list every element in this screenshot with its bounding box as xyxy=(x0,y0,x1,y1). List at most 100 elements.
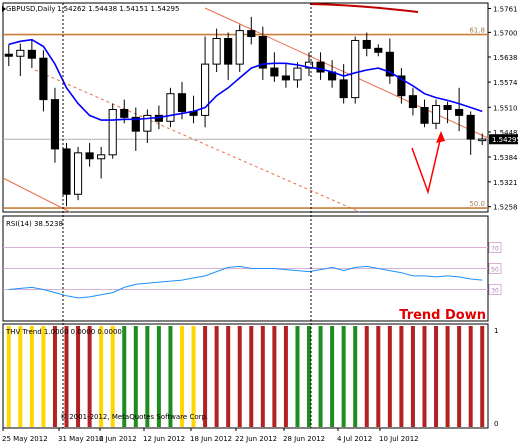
bear-candle-body xyxy=(339,79,348,99)
bear-candle-body xyxy=(62,148,71,195)
bear-candle-body xyxy=(247,30,256,38)
price-tick-label: 1.56380 xyxy=(493,54,518,62)
thv-bar xyxy=(191,326,196,427)
thv-bar xyxy=(457,326,462,427)
thv-bar xyxy=(330,326,335,427)
bull-candle-body xyxy=(212,37,221,65)
bear-candle-body xyxy=(408,95,418,109)
rsi-pane: 70 50 30 RSI(14) 38.5238 Trend Down xyxy=(2,215,502,323)
thv-axis-label: 0 xyxy=(494,420,498,428)
thv-bar xyxy=(387,326,392,427)
time-tick-label: 12 Jun 2012 xyxy=(143,435,185,443)
thv-bar xyxy=(468,326,473,427)
bear-candle-body xyxy=(85,152,94,160)
thv-bar xyxy=(399,326,404,427)
thv-bar xyxy=(226,326,231,427)
time-tick-label: 6 Jun 2012 xyxy=(99,435,137,443)
thv-bar xyxy=(434,326,439,427)
bear-candle-body xyxy=(362,39,371,49)
rsi-level-label: 70 xyxy=(491,246,499,253)
bull-candle-body xyxy=(351,39,360,99)
bear-candle-body xyxy=(4,53,13,57)
thv-axis-label: 1 xyxy=(494,327,498,335)
time-axis: 25 May 2012 31 May 20126 Jun 2012 12 Jun 2… xyxy=(2,428,419,443)
time-tick-label: 4 Jul 2012 xyxy=(337,435,372,443)
thv-bar xyxy=(6,326,11,427)
bull-candle-body xyxy=(108,108,117,156)
rsi-level-label: 50 xyxy=(491,267,499,274)
time-tick-label: 18 Jun 2012 xyxy=(190,435,232,443)
thv-bar xyxy=(260,326,265,427)
thv-bar xyxy=(87,326,92,427)
thv-bar xyxy=(64,326,69,427)
price-tick-label: 1.55105 xyxy=(493,104,518,112)
thv-bar xyxy=(480,326,485,427)
bear-candle-body xyxy=(455,108,464,116)
candle xyxy=(73,146,83,201)
thv-bar xyxy=(353,326,358,427)
trend-direction-label: Trend Down xyxy=(399,308,486,323)
thv-bar xyxy=(29,326,34,427)
rsi-level-label: 30 xyxy=(491,288,499,295)
time-tick-label: 25 May 2012 xyxy=(2,435,48,443)
thv-bar xyxy=(214,326,219,427)
thv-bar xyxy=(168,326,173,427)
copyright-label: © 2001-2012, MetaQuotes Software Corp. xyxy=(60,413,208,421)
thv-bar xyxy=(445,326,450,427)
bull-candle-body xyxy=(235,30,244,65)
bear-candle-body xyxy=(120,108,129,118)
time-tick-label: 22 Jun 2012 xyxy=(235,435,277,443)
thv-bar xyxy=(110,326,115,427)
thv-bar xyxy=(376,326,381,427)
thv-bar xyxy=(249,326,254,427)
symbol-label: GBPUSD,Daily xyxy=(6,5,55,13)
bull-candle-body xyxy=(97,154,106,160)
candle xyxy=(166,87,175,128)
thv-bar xyxy=(156,326,161,427)
bull-candle-body xyxy=(16,49,25,57)
thv-bar xyxy=(52,326,57,427)
thv-bar xyxy=(145,326,150,427)
bear-candle-body xyxy=(316,61,325,73)
current-price-label: 1.54295 xyxy=(492,136,518,144)
bear-candle-body xyxy=(270,67,279,77)
ohlc-label: 1.54262 1.54438 1.54151 1.54295 xyxy=(57,5,179,13)
bear-candle-body xyxy=(420,107,429,124)
bear-candle-body xyxy=(374,47,383,53)
bear-candle-body xyxy=(443,105,452,110)
bear-candle-body xyxy=(39,57,48,101)
bull-candle-body xyxy=(431,105,441,124)
thv-bar xyxy=(203,326,208,427)
thv-bar xyxy=(122,326,127,427)
thv-bar xyxy=(133,326,138,427)
candle xyxy=(108,103,117,159)
fib-level-label: 50.0 xyxy=(469,200,485,208)
price-pane: 61.8 50.0 GBPUSD,Daily 1.54262 1.54438 1.54… xyxy=(2,2,518,213)
time-tick-label: 28 Jun 2012 xyxy=(283,435,325,443)
price-tick-label: 1.53845 xyxy=(493,154,518,162)
thv-bar xyxy=(364,326,369,427)
bull-candle-body xyxy=(73,152,83,195)
bull-candle-body xyxy=(166,93,175,122)
thv-bar xyxy=(341,326,346,427)
time-tick-label: 10 Jul 2012 xyxy=(379,435,419,443)
bear-candle-body xyxy=(50,99,60,150)
fib-level-label: 61.8 xyxy=(469,27,485,35)
thv-bar xyxy=(18,326,23,427)
time-tick-label: 31 May 2012 xyxy=(58,435,104,443)
price-tick-label: 1.53215 xyxy=(493,179,518,187)
thv-bar xyxy=(237,326,242,427)
bull-candle-body xyxy=(293,67,302,81)
price-tick-label: 1.57005 xyxy=(493,29,518,37)
bear-candle-body xyxy=(281,75,290,81)
price-tick-label: 1.52585 xyxy=(493,204,518,212)
thv-trend-pane: THV Trend 1.0000 0.0000 0.0000© 2001-201… xyxy=(2,323,498,429)
thv-bar xyxy=(179,326,184,427)
bear-candle-body xyxy=(177,93,187,112)
thv-bar xyxy=(283,326,288,427)
thv-bar xyxy=(410,326,415,427)
candle xyxy=(351,36,360,104)
thv-bar xyxy=(76,326,81,427)
thv-bar xyxy=(99,326,104,427)
thv-bar xyxy=(307,326,312,427)
